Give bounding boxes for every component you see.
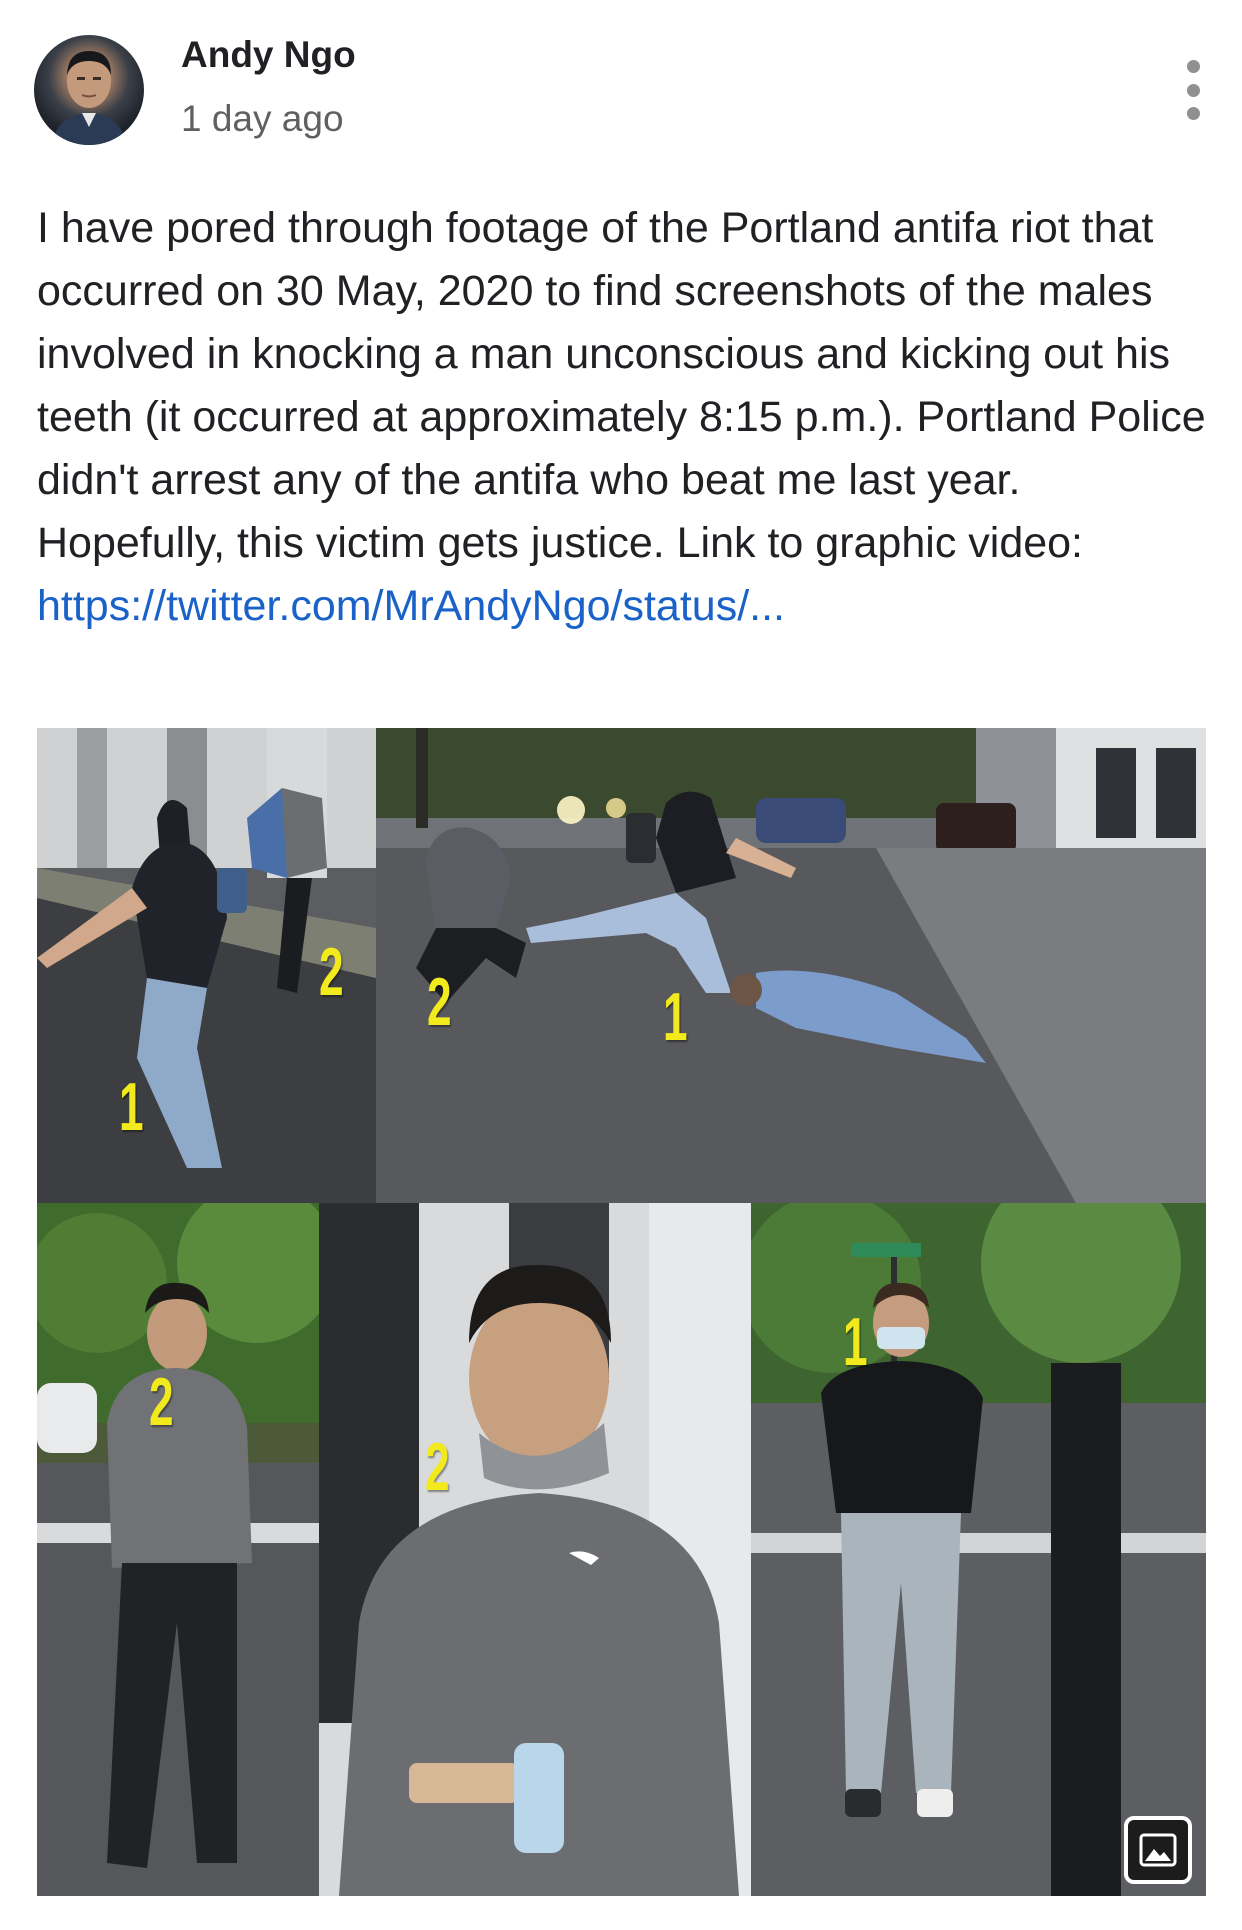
photo-collage[interactable]: 2 1 2 1 2 2 1 [37, 728, 1206, 1896]
menu-dot [1186, 83, 1200, 97]
image-gallery-icon[interactable] [1124, 1816, 1192, 1884]
person-marker: 1 [663, 979, 688, 1055]
person-marker: 2 [149, 1364, 174, 1440]
author-name[interactable]: Andy Ngo [181, 34, 356, 76]
person-marker: 2 [425, 1429, 450, 1505]
menu-dot [1186, 107, 1200, 120]
avatar-portrait-icon [52, 51, 126, 145]
street-scene-image [376, 728, 1206, 1203]
photo-panel-3[interactable]: 2 [37, 1203, 319, 1896]
photo-panel-4[interactable]: 2 [319, 1203, 751, 1896]
person-photo-image [751, 1203, 1206, 1896]
photo-panel-2[interactable]: 2 1 [376, 728, 1206, 1203]
post-body: I have pored through footage of the Port… [37, 197, 1207, 638]
person-photo-image [37, 1203, 319, 1896]
post-header: Andy Ngo 1 day ago [0, 0, 1242, 160]
photo-panel-5[interactable]: 1 [751, 1203, 1206, 1896]
photo-panel-1[interactable]: 2 1 [37, 728, 376, 1203]
menu-dot [1186, 60, 1200, 73]
more-options-icon[interactable] [1170, 60, 1216, 120]
person-marker: 2 [319, 934, 344, 1010]
post-timestamp: 1 day ago [181, 98, 344, 139]
post-link[interactable]: https://twitter.com/MrAndyNgo/status/... [37, 582, 785, 630]
person-marker: 1 [119, 1069, 144, 1145]
post-body-text: I have pored through footage of the Port… [37, 204, 1206, 567]
person-marker: 1 [843, 1304, 868, 1380]
landscape-image-icon [1139, 1833, 1177, 1867]
author-avatar[interactable] [34, 35, 144, 145]
person-marker: 2 [427, 964, 452, 1040]
person-photo-image [319, 1203, 751, 1896]
